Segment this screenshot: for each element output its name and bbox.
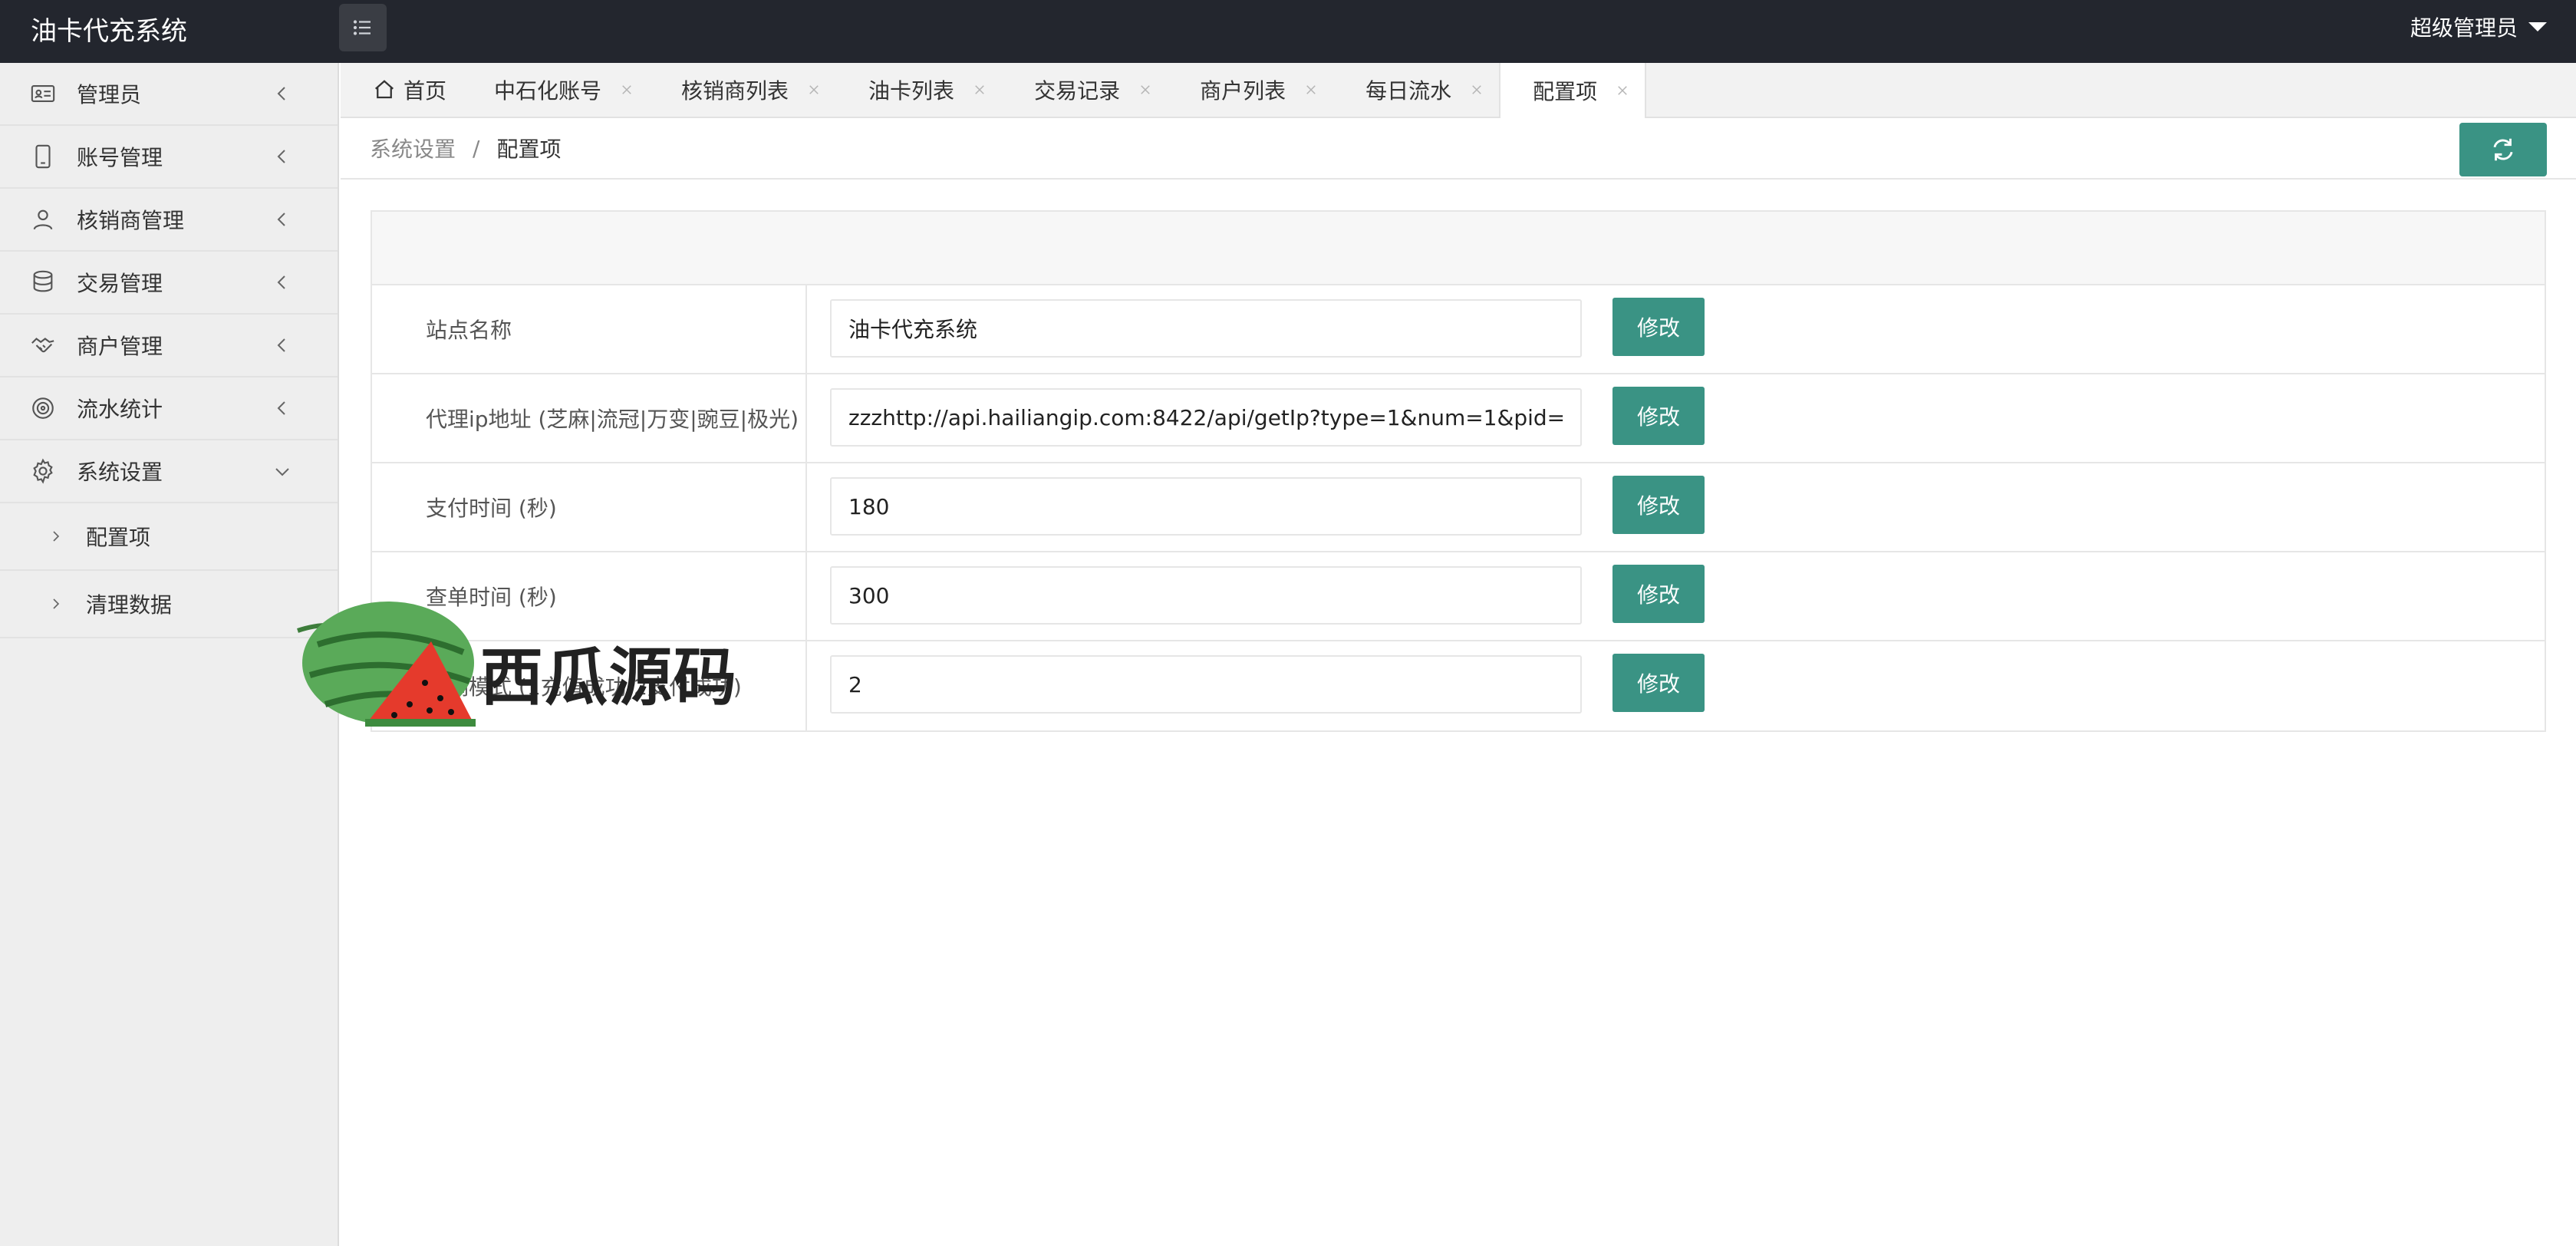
edit-button[interactable]: 修改 — [1612, 298, 1705, 356]
sidebar-item-merchant[interactable]: 商户管理 — [0, 315, 338, 377]
user-menu[interactable]: 超级管理员 — [2410, 0, 2547, 54]
tab-label: 油卡列表 — [868, 78, 955, 104]
handshake-icon — [29, 331, 57, 359]
tab-bar: 首页 中石化账号 核销商列表 油卡列表 交易记录 商户列表 每日流水 配置项 — [341, 63, 2576, 118]
sidebar-item-label: 交易管理 — [77, 271, 163, 296]
tab-label: 中石化账号 — [494, 78, 602, 104]
close-icon[interactable] — [973, 83, 987, 97]
tab-label: 交易记录 — [1034, 78, 1121, 104]
close-icon[interactable] — [620, 83, 634, 97]
chevron-left-icon — [277, 213, 285, 226]
tab-oilcard-list[interactable]: 油卡列表 — [836, 63, 1002, 117]
sidebar-item-label: 流水统计 — [77, 397, 163, 422]
tab-label: 核销商列表 — [681, 78, 789, 104]
sidebar-item-label: 账号管理 — [77, 145, 163, 170]
phone-icon — [29, 143, 57, 170]
close-icon[interactable] — [1470, 83, 1484, 97]
breadcrumb-parent[interactable]: 系统设置 — [370, 133, 456, 163]
sidebar-item-accounts[interactable]: 账号管理 — [0, 126, 338, 189]
proxy-ip-input[interactable] — [830, 388, 1582, 447]
menu-toggle-button[interactable] — [339, 4, 387, 51]
sidebar-subitem-clear-data[interactable]: 清理数据 — [0, 571, 338, 638]
sidebar-item-label: 核销商管理 — [77, 208, 185, 233]
config-key: 站点名称 — [372, 285, 807, 373]
edit-button[interactable]: 修改 — [1612, 565, 1705, 623]
pay-time-input[interactable] — [830, 477, 1582, 536]
sidebar-item-trade[interactable]: 交易管理 — [0, 252, 338, 315]
config-key: 代理ip地址 (芝麻|流冠|万变|豌豆|极光) — [372, 374, 807, 462]
close-icon[interactable] — [1138, 83, 1152, 97]
user-icon — [29, 206, 57, 233]
radar-icon — [29, 394, 57, 422]
query-time-input[interactable] — [830, 566, 1582, 625]
site-name-input[interactable] — [830, 299, 1582, 358]
close-icon[interactable] — [1304, 83, 1318, 97]
sidebar-item-label: 管理员 — [77, 82, 142, 107]
user-name: 超级管理员 — [2410, 15, 2518, 41]
edit-button[interactable]: 修改 — [1612, 387, 1705, 445]
sidebar: 管理员 账号管理 核销商管理 交易管理 商户管理 流水统计 系统设置 配置项 清… — [0, 63, 339, 1246]
database-icon — [29, 269, 57, 296]
sidebar-subitem-config[interactable]: 配置项 — [0, 503, 338, 571]
tab-daily-flow[interactable]: 每日流水 — [1333, 63, 1499, 117]
config-row-proxy-ip: 代理ip地址 (芝麻|流冠|万变|豌豆|极光) 修改 — [372, 374, 2545, 463]
close-icon[interactable] — [807, 83, 821, 97]
chevron-left-icon — [277, 338, 285, 352]
sidebar-item-flow-stats[interactable]: 流水统计 — [0, 377, 338, 440]
chevron-right-icon — [53, 531, 60, 542]
tab-label: 首页 — [404, 78, 447, 104]
tab-merchant-list[interactable]: 商户列表 — [1168, 63, 1333, 117]
top-header: 油卡代充系统 超级管理员 — [0, 0, 2576, 63]
breadcrumb-current: 配置项 — [496, 137, 562, 162]
callback-mode-input[interactable] — [830, 655, 1582, 714]
tab-sinopec-accounts[interactable]: 中石化账号 — [462, 63, 649, 117]
config-key: 支付时间 (秒) — [372, 463, 807, 551]
caret-down-icon — [2528, 22, 2547, 31]
chevron-left-icon — [277, 150, 285, 163]
chevron-down-icon — [275, 468, 289, 476]
tab-label: 配置项 — [1533, 79, 1598, 104]
close-icon[interactable] — [1616, 84, 1629, 97]
tab-label: 每日流水 — [1365, 78, 1452, 104]
tab-home[interactable]: 首页 — [341, 63, 462, 117]
tab-writeoff-list[interactable]: 核销商列表 — [649, 63, 836, 117]
config-row-pay-time: 支付时间 (秒) 修改 — [372, 463, 2545, 552]
edit-button[interactable]: 修改 — [1612, 476, 1705, 534]
chevron-right-icon — [53, 598, 60, 609]
tab-label: 商户列表 — [1200, 78, 1286, 104]
id-card-icon — [29, 80, 57, 107]
breadcrumb-separator: / — [473, 135, 480, 161]
gear-icon — [29, 457, 57, 485]
sidebar-item-admin[interactable]: 管理员 — [0, 63, 338, 126]
config-row-site-name: 站点名称 修改 — [372, 285, 2545, 374]
tab-config[interactable]: 配置项 — [1499, 63, 1647, 118]
chevron-left-icon — [277, 401, 285, 415]
chevron-left-icon — [277, 87, 285, 101]
config-table-header — [372, 212, 2545, 285]
list-icon — [353, 20, 371, 35]
app-title: 油卡代充系统 — [31, 16, 187, 47]
sidebar-item-label: 系统设置 — [77, 460, 163, 485]
refresh-icon — [2493, 138, 2513, 161]
sidebar-item-writeoff[interactable]: 核销商管理 — [0, 189, 338, 252]
refresh-button[interactable] — [2459, 123, 2547, 176]
breadcrumb: 系统设置 / 配置项 — [341, 118, 2576, 180]
home-icon — [375, 80, 394, 99]
tab-trade-records[interactable]: 交易记录 — [1002, 63, 1168, 117]
watermark-text: 西瓜源码 — [480, 641, 739, 714]
edit-button[interactable]: 修改 — [1612, 654, 1705, 712]
sidebar-subitem-label: 清理数据 — [86, 592, 173, 618]
sidebar-subitem-label: 配置项 — [86, 525, 151, 550]
chevron-left-icon — [277, 275, 285, 289]
sidebar-item-label: 商户管理 — [77, 334, 163, 359]
sidebar-item-system-settings[interactable]: 系统设置 — [0, 440, 338, 503]
